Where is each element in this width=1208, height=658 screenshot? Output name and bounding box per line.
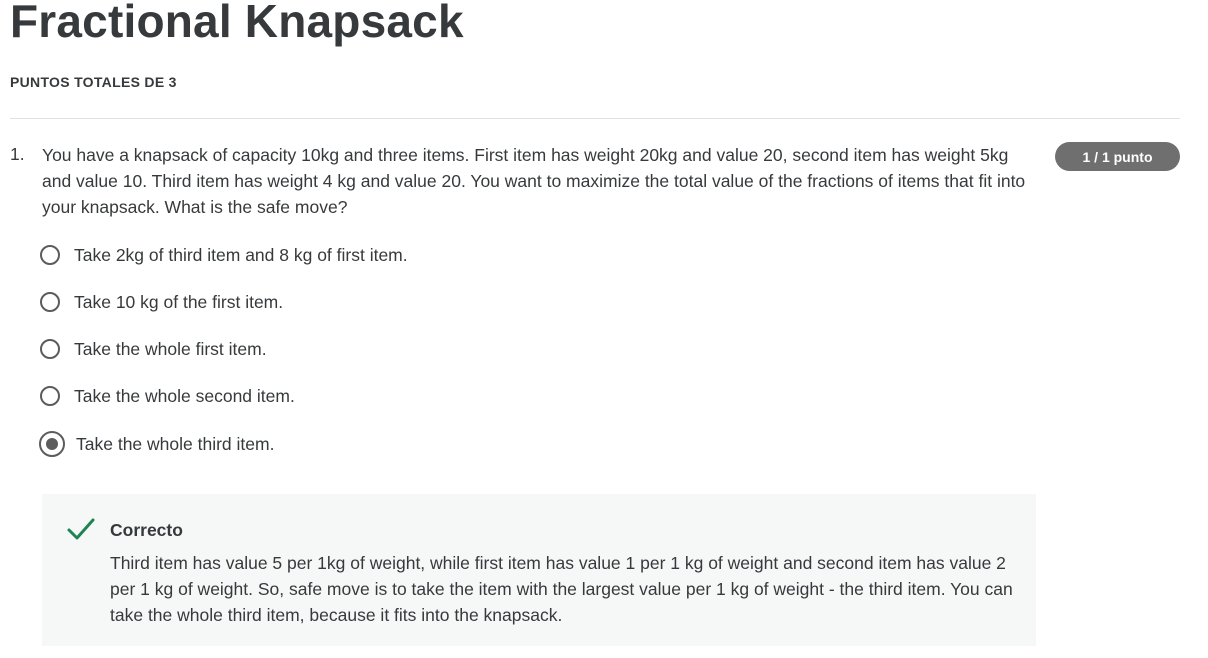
- option-2[interactable]: Take 10 kg of the first item.: [40, 288, 283, 316]
- question-text: You have a knapsack of capacity 10kg and…: [42, 145, 1026, 217]
- feedback-text: Third item has value 5 per 1kg of weight…: [110, 553, 1013, 625]
- option-label: Take the whole second item.: [74, 385, 295, 406]
- option-label: Take the whole third item.: [76, 433, 275, 454]
- option-4[interactable]: Take the whole second item.: [40, 382, 295, 410]
- radio-button[interactable]: [40, 292, 60, 312]
- score-badge: 1 / 1 punto: [1055, 142, 1180, 171]
- question-number: 1.: [10, 144, 25, 164]
- option-5[interactable]: Take the whole third item.: [39, 430, 275, 458]
- option-1[interactable]: Take 2kg of third item and 8 kg of first…: [40, 241, 408, 269]
- header-divider: [10, 118, 1180, 119]
- page-title: Fractional Knapsack: [10, 0, 464, 47]
- option-label: Take 10 kg of the first item.: [74, 291, 284, 312]
- feedback-panel: Correcto Third item has value 5 per 1kg …: [42, 494, 1036, 646]
- checkmark-icon: [67, 518, 95, 540]
- radio-button[interactable]: [40, 339, 60, 359]
- option-label: Take 2kg of third item and 8 kg of first…: [74, 244, 408, 265]
- feedback-title: Correcto: [110, 520, 183, 540]
- radio-button[interactable]: [40, 386, 60, 406]
- quiz-page: Fractional Knapsack PUNTOS TOTALES DE 3 …: [0, 0, 1208, 658]
- option-3[interactable]: Take the whole first item.: [40, 335, 267, 363]
- option-label: Take the whole first item.: [74, 338, 267, 359]
- radio-button-selected[interactable]: [39, 431, 65, 457]
- points-total-label: PUNTOS TOTALES DE 3: [10, 74, 177, 90]
- radio-button[interactable]: [40, 245, 60, 265]
